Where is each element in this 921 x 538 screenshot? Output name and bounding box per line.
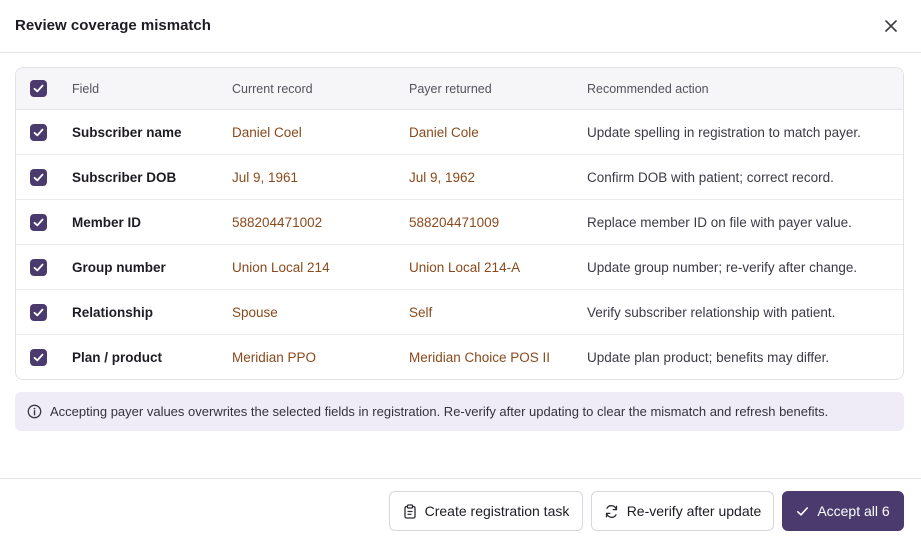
recommended-action: Update plan product; benefits may differ…	[587, 350, 830, 365]
table-row: Plan / product Meridian PPO Meridian Cho…	[16, 335, 903, 379]
dialog-header: Review coverage mismatch	[0, 0, 921, 53]
payer-returned-value: 588204471009	[409, 214, 500, 230]
column-header-field: Field	[72, 81, 100, 96]
refresh-icon	[605, 504, 617, 518]
payer-returned-value: Daniel Cole	[409, 124, 479, 140]
table-row: Subscriber DOB Jul 9, 1961 Jul 9, 1962 C…	[16, 155, 903, 200]
field-name: Subscriber name	[72, 124, 182, 140]
check-icon	[33, 308, 44, 316]
table-row: Group number Union Local 214 Union Local…	[16, 245, 903, 290]
row-checkbox[interactable]	[30, 123, 47, 141]
close-icon	[885, 20, 897, 32]
dialog-footer: Create registration task Re-verify after…	[0, 478, 921, 538]
field-name: Member ID	[72, 214, 142, 230]
dialog-title: Review coverage mismatch	[15, 17, 211, 34]
current-record-value: 588204471002	[232, 214, 323, 230]
table-header: Field Current record Payer returned Reco…	[16, 68, 903, 110]
field-name: Relationship	[72, 304, 154, 320]
recommended-action: Replace member ID on file with payer val…	[587, 214, 852, 230]
table-row: Relationship Spouse Self Verify subscrib…	[16, 290, 903, 335]
table-row: Member ID 588204471002 588204471009 Repl…	[16, 200, 903, 245]
create-registration-task-button[interactable]: Create registration task	[389, 491, 583, 531]
recommended-action: Confirm DOB with patient; correct record…	[587, 169, 834, 185]
payer-returned-value: Self	[409, 304, 433, 320]
current-record-value: Union Local 214	[232, 259, 330, 275]
info-icon	[27, 404, 42, 419]
check-icon	[33, 128, 44, 136]
current-record-value: Spouse	[232, 304, 278, 320]
recommended-action: Update group number; re-verify after cha…	[587, 259, 858, 275]
check-icon	[33, 218, 44, 226]
row-checkbox[interactable]	[30, 303, 47, 321]
row-checkbox[interactable]	[30, 258, 47, 276]
column-header-recommended-action: Recommended action	[587, 81, 709, 96]
check-icon	[33, 353, 44, 362]
mismatch-table: Field Current record Payer returned Reco…	[15, 67, 904, 380]
current-record-value: Daniel Coel	[232, 124, 302, 140]
accept-all-label: Accept all 6	[817, 503, 890, 519]
check-icon	[797, 506, 809, 516]
current-record-value: Meridian PPO	[232, 350, 317, 365]
payer-returned-value: Union Local 214-A	[409, 259, 521, 275]
payer-returned-value: Meridian Choice POS II	[409, 350, 551, 365]
column-header-payer-returned: Payer returned	[409, 81, 492, 96]
row-checkbox[interactable]	[30, 213, 47, 231]
field-name: Group number	[72, 259, 166, 275]
accept-all-button[interactable]: Accept all 6	[782, 491, 904, 531]
check-icon	[33, 84, 44, 93]
check-icon	[33, 173, 44, 181]
clipboard-icon	[403, 503, 416, 519]
table-row: Subscriber name Daniel Coel Daniel Cole …	[16, 110, 903, 155]
row-checkbox[interactable]	[30, 168, 47, 186]
field-name: Plan / product	[72, 350, 163, 365]
reverify-label: Re-verify after update	[626, 503, 762, 519]
select-all-checkbox[interactable]	[30, 80, 47, 97]
recommended-action: Verify subscriber relationship with pati…	[587, 304, 836, 320]
row-checkbox[interactable]	[30, 349, 47, 366]
check-icon	[33, 263, 44, 271]
close-button[interactable]	[880, 15, 902, 37]
banner-text: Accepting payer values overwrites the se…	[50, 404, 829, 419]
payer-returned-value: Jul 9, 1962	[409, 169, 476, 185]
recommended-action: Update spelling in registration to match…	[587, 124, 861, 140]
current-record-value: Jul 9, 1961	[232, 169, 299, 185]
column-header-current-record: Current record	[232, 81, 313, 96]
field-name: Subscriber DOB	[72, 169, 177, 185]
create-registration-task-label: Create registration task	[424, 503, 570, 519]
info-banner: Accepting payer values overwrites the se…	[15, 392, 904, 431]
reverify-button[interactable]: Re-verify after update	[591, 491, 774, 531]
